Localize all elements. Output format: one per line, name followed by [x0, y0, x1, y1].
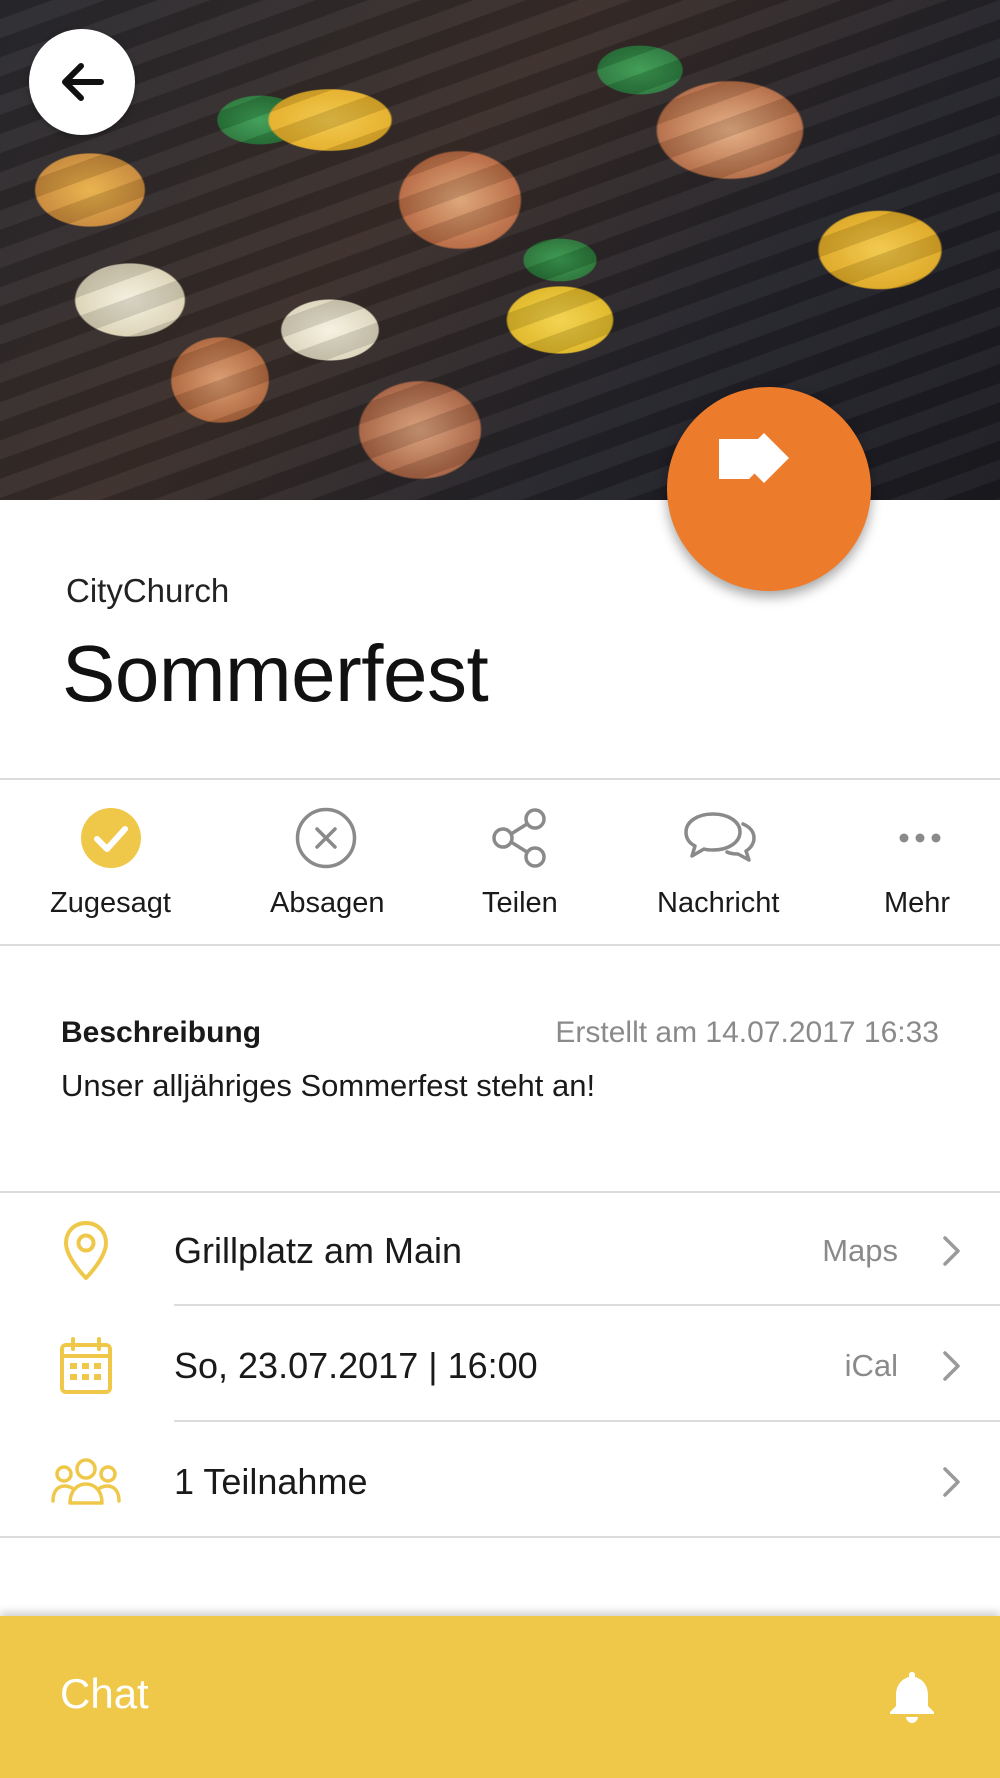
divider	[0, 778, 1000, 780]
event-title: Sommerfest	[62, 629, 489, 718]
back-button[interactable]	[29, 29, 135, 135]
app-logo-fab[interactable]	[667, 387, 871, 591]
close-circle-icon	[294, 806, 358, 870]
group-icon	[50, 1446, 122, 1518]
created-timestamp: Erstellt am 14.07.2017 16:33	[555, 1016, 939, 1049]
location-text: Grillplatz am Main	[174, 1230, 463, 1271]
bell-icon[interactable]	[884, 1668, 940, 1724]
action-bar: Zugesagt Absagen Teilen Nachricht Mehr	[0, 781, 1000, 944]
row-divider	[174, 1304, 1000, 1306]
chat-bar[interactable]: Chat	[0, 1616, 1000, 1778]
accept-button[interactable]: Zugesagt	[31, 781, 191, 944]
church-logo-icon	[719, 433, 789, 483]
row-divider	[174, 1420, 1000, 1422]
description-text: Unser alljähriges Sommerfest steht an!	[61, 1068, 596, 1103]
calendar-icon	[50, 1330, 122, 1402]
accept-label: Zugesagt	[50, 887, 171, 919]
decline-button[interactable]: Absagen	[246, 781, 406, 944]
date-row[interactable]: So, 23.07.2017 | 16:00 iCal	[0, 1308, 1000, 1424]
hero-image	[0, 0, 1000, 500]
maps-link[interactable]: Maps	[822, 1233, 898, 1269]
message-button[interactable]: Nachricht	[640, 781, 800, 944]
organization-name: CityChurch	[66, 572, 230, 609]
decline-label: Absagen	[270, 887, 385, 919]
message-label: Nachricht	[657, 887, 780, 919]
location-pin-icon	[50, 1215, 122, 1287]
chevron-right-icon	[943, 1467, 960, 1497]
more-dots-icon	[888, 806, 952, 870]
chevron-right-icon	[943, 1236, 960, 1266]
divider	[0, 1536, 1000, 1538]
check-circle-icon	[79, 806, 143, 870]
ical-link[interactable]: iCal	[845, 1348, 898, 1384]
hero-image-texture	[0, 0, 1000, 500]
share-icon	[488, 806, 552, 870]
more-label: Mehr	[884, 887, 951, 919]
chat-label: Chat	[60, 1670, 149, 1717]
chat-bubbles-icon	[683, 806, 757, 870]
location-row[interactable]: Grillplatz am Main Maps	[0, 1193, 1000, 1309]
share-button[interactable]: Teilen	[460, 781, 580, 944]
description-heading: Beschreibung	[61, 1016, 262, 1049]
more-button[interactable]: Mehr	[870, 781, 970, 944]
date-text: So, 23.07.2017 | 16:00	[174, 1345, 538, 1386]
participants-text: 1 Teilnahme	[174, 1461, 368, 1502]
arrow-left-icon	[62, 63, 104, 101]
share-label: Teilen	[482, 887, 558, 919]
divider	[0, 944, 1000, 946]
chevron-right-icon	[943, 1351, 960, 1381]
participants-row[interactable]: 1 Teilnahme	[0, 1424, 1000, 1540]
